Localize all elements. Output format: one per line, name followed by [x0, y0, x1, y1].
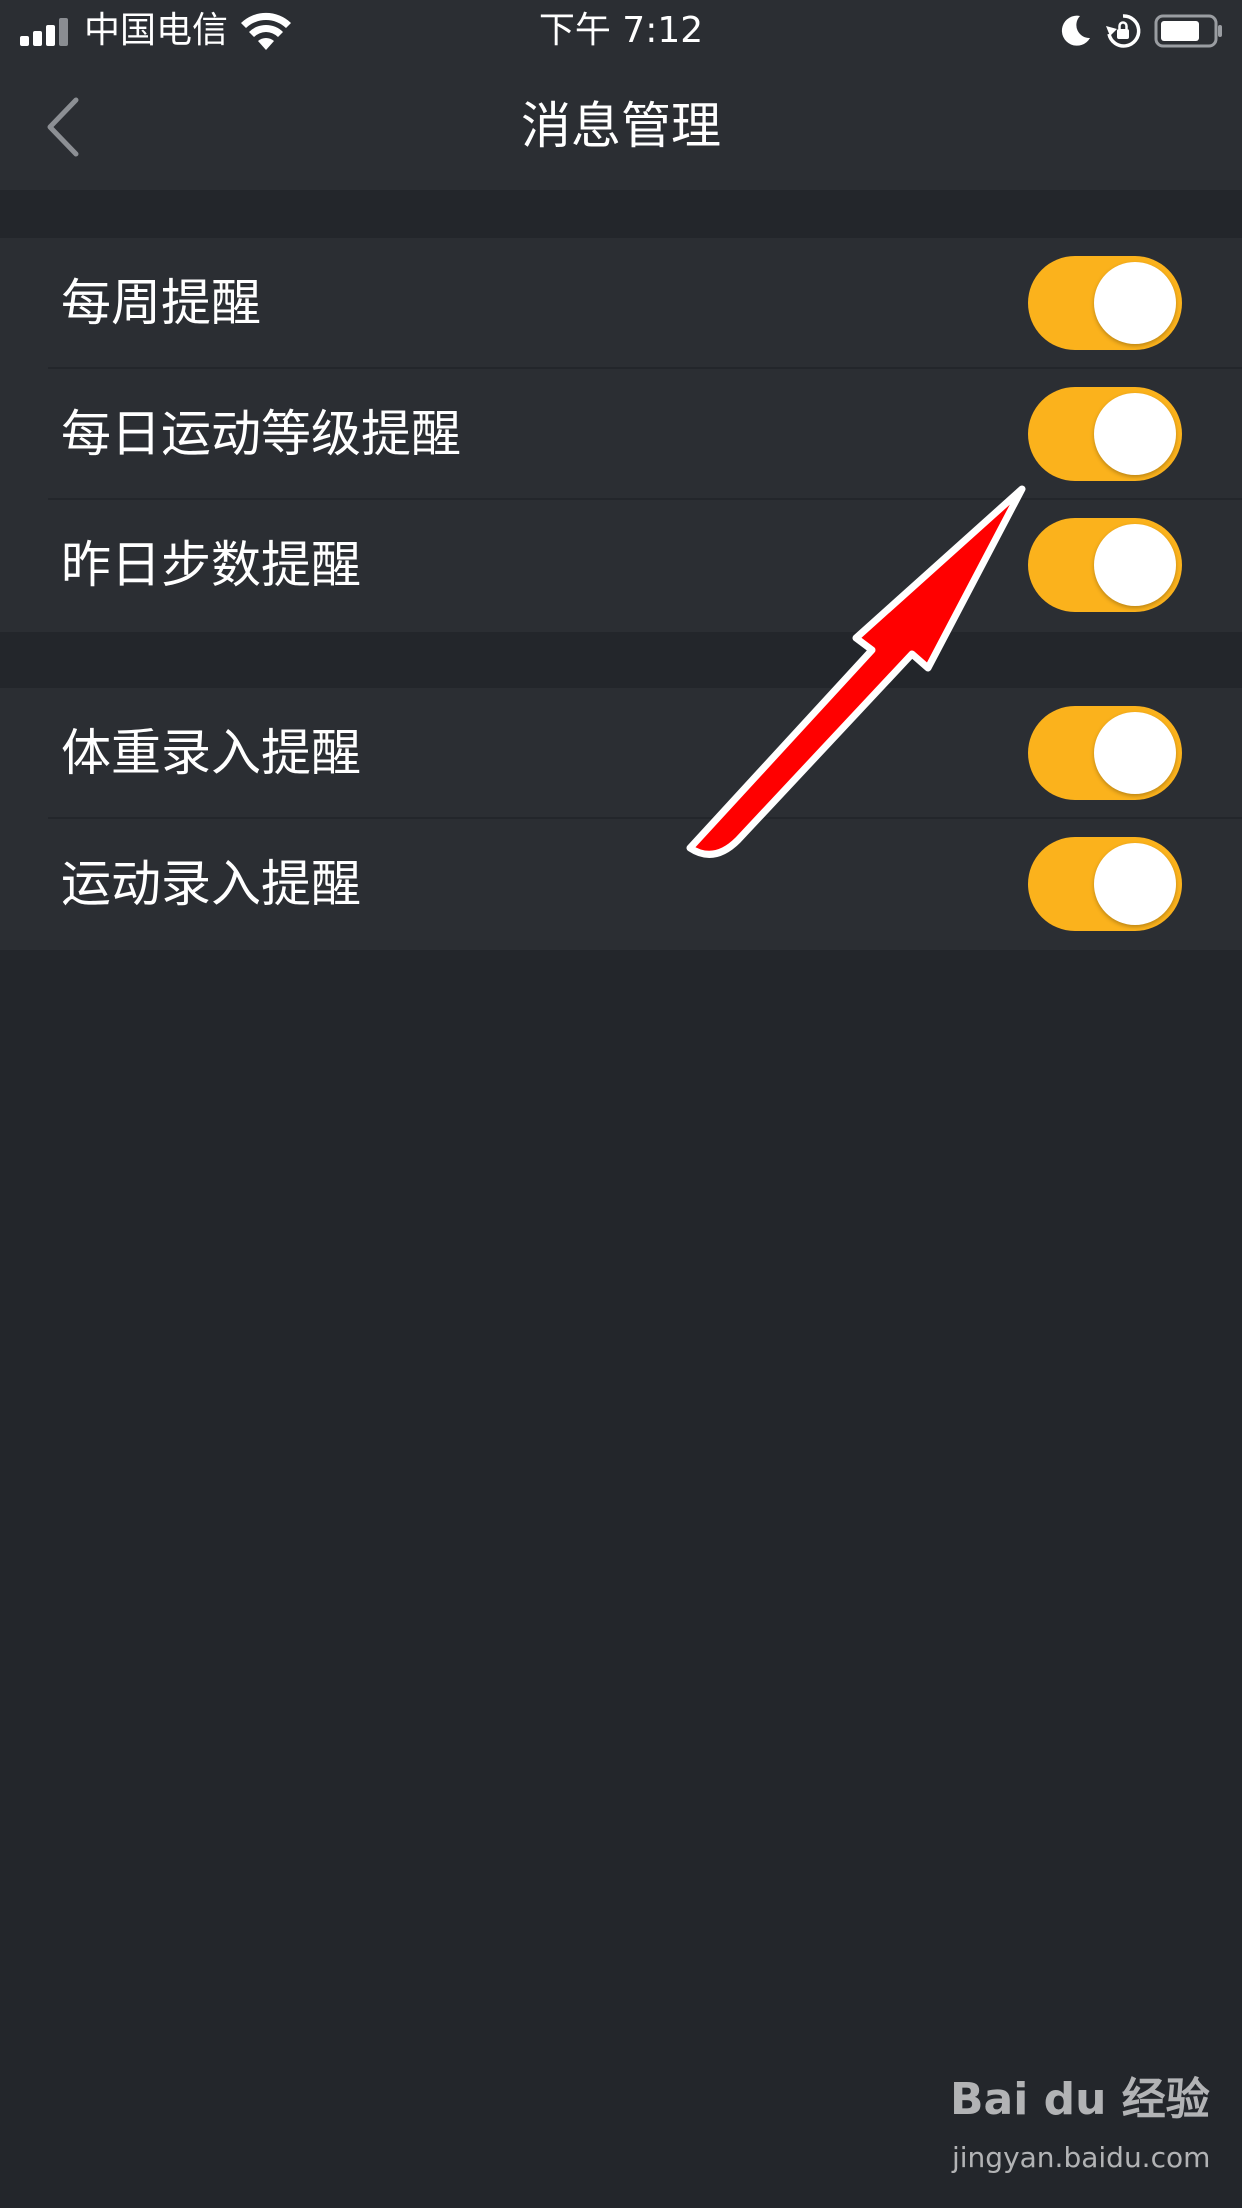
toggle-knob: [1094, 262, 1176, 344]
setting-label: 昨日步数提醒: [61, 536, 361, 594]
setting-row-weekly-reminder: 每周提醒: [0, 238, 1242, 369]
setting-label: 体重录入提醒: [61, 724, 361, 782]
toggle-knob: [1094, 524, 1176, 606]
toggle-knob: [1094, 393, 1176, 475]
toggle-knob: [1094, 712, 1176, 794]
watermark-logo: Bai du 经验: [950, 2074, 1210, 2125]
setting-label: 每周提醒: [61, 274, 261, 332]
setting-label: 运动录入提醒: [61, 855, 361, 913]
status-bar: 中国电信 下午 7:12: [0, 0, 1242, 62]
daily-level-reminder-toggle[interactable]: [1028, 387, 1182, 481]
setting-label: 每日运动等级提醒: [61, 405, 461, 463]
baidu-jingyan-watermark: Bai du 经验 jingyan.baidu.com: [950, 2070, 1210, 2190]
do-not-disturb-moon-icon: [1061, 15, 1090, 46]
battery-icon: [1154, 14, 1222, 48]
watermark-url: jingyan.baidu.com: [952, 2141, 1211, 2174]
annotation-arrow-icon: [686, 485, 1026, 858]
toggle-knob: [1094, 843, 1176, 925]
page-title: 消息管理: [521, 97, 721, 155]
navigation-bar: 消息管理: [0, 62, 1242, 190]
weekly-reminder-toggle[interactable]: [1028, 256, 1182, 350]
rotation-lock-icon: [1106, 14, 1141, 48]
status-time: 下午 7:12: [538, 10, 704, 51]
